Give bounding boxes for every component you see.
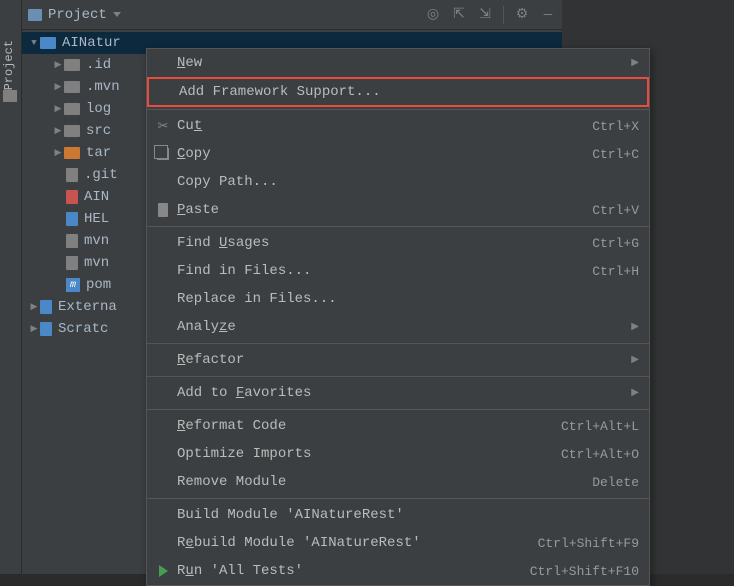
tree-item-label: Scratc	[58, 321, 108, 337]
menu-shortcut: Ctrl+Alt+L	[561, 419, 639, 434]
play-icon	[159, 565, 168, 577]
tree-item-label: src	[86, 123, 111, 139]
project-tool-window-tab[interactable]: Project	[0, 0, 22, 574]
menu-find-usages[interactable]: Find Usages Ctrl+G	[147, 229, 649, 257]
tree-item-label: .git	[84, 167, 118, 183]
iml-file-icon	[66, 190, 78, 204]
project-tab-label: Project	[2, 40, 16, 90]
folder-icon	[3, 90, 17, 102]
file-icon	[66, 256, 78, 270]
menu-run-all-tests[interactable]: Run 'All Tests' Ctrl+Shift+F10	[147, 557, 649, 585]
tree-item-label: AINatur	[62, 35, 121, 51]
tree-item-label: mvn	[84, 255, 109, 271]
menu-label: Build Module 'AINatureRest'	[177, 507, 639, 523]
menu-copy[interactable]: Copy Ctrl+C	[147, 140, 649, 168]
maven-icon: m	[66, 278, 80, 292]
clipboard-icon	[158, 203, 168, 217]
scratches-icon	[40, 322, 52, 336]
tree-item-label: tar	[86, 145, 111, 161]
menu-replace-in-files[interactable]: Replace in Files...	[147, 285, 649, 313]
chevron-right-icon[interactable]	[52, 147, 64, 159]
menu-shortcut: Ctrl+Shift+F10	[530, 564, 639, 579]
md-file-icon	[66, 212, 78, 226]
expand-icon[interactable]: ⇱	[451, 7, 467, 23]
menu-separator	[147, 409, 649, 410]
scissors-icon: ✂	[158, 119, 169, 134]
folder-icon	[64, 125, 80, 137]
menu-analyze[interactable]: Analyze ▶	[147, 313, 649, 341]
menu-separator	[147, 498, 649, 499]
copy-icon	[157, 148, 169, 160]
tree-item-label: .mvn	[86, 79, 120, 95]
submenu-arrow-icon: ▶	[631, 387, 639, 399]
toolbar-separator	[503, 6, 504, 24]
project-toolbar: Project ◎ ⇱ ⇲ ⚙ —	[22, 0, 562, 30]
menu-label: Find in Files...	[177, 263, 592, 279]
menu-label: Add Framework Support...	[179, 84, 637, 100]
menu-separator	[147, 109, 649, 110]
menu-optimize-imports[interactable]: Optimize Imports Ctrl+Alt+O	[147, 440, 649, 468]
menu-reformat-code[interactable]: Reformat Code Ctrl+Alt+L	[147, 412, 649, 440]
menu-label: Copy Path...	[177, 174, 639, 190]
menu-shortcut: Ctrl+G	[592, 236, 639, 251]
submenu-arrow-icon: ▶	[631, 321, 639, 333]
menu-shortcut: Delete	[592, 475, 639, 490]
file-icon	[66, 168, 78, 182]
menu-label: Replace in Files...	[177, 291, 639, 307]
menu-separator	[147, 226, 649, 227]
chevron-right-icon[interactable]	[52, 59, 64, 71]
menu-label: Optimize Imports	[177, 446, 561, 462]
tree-item-label: mvn	[84, 233, 109, 249]
dropdown-arrow-icon[interactable]	[113, 12, 121, 17]
menu-copy-path[interactable]: Copy Path...	[147, 168, 649, 196]
folder-icon	[64, 59, 80, 71]
menu-shortcut: Ctrl+V	[592, 203, 639, 218]
menu-separator	[147, 376, 649, 377]
menu-label: Remove Module	[177, 474, 592, 490]
menu-separator	[147, 343, 649, 344]
file-icon	[66, 234, 78, 248]
menu-find-in-files[interactable]: Find in Files... Ctrl+H	[147, 257, 649, 285]
folder-icon	[64, 103, 80, 115]
menu-refactor[interactable]: Refactor ▶	[147, 346, 649, 374]
tree-item-label: log	[86, 101, 111, 117]
chevron-right-icon[interactable]	[52, 125, 64, 137]
tree-item-label: .id	[86, 57, 111, 73]
chevron-right-icon[interactable]	[52, 103, 64, 115]
menu-shortcut: Ctrl+X	[592, 119, 639, 134]
menu-add-framework-support[interactable]: Add Framework Support...	[147, 77, 649, 107]
menu-cut[interactable]: ✂ Cut Ctrl+X	[147, 112, 649, 140]
menu-shortcut: Ctrl+H	[592, 264, 639, 279]
menu-rebuild-module[interactable]: Rebuild Module 'AINatureRest' Ctrl+Shift…	[147, 529, 649, 557]
menu-shortcut: Ctrl+C	[592, 147, 639, 162]
menu-new[interactable]: New ▶	[147, 49, 649, 77]
menu-add-favorites[interactable]: Add to Favorites ▶	[147, 379, 649, 407]
menu-remove-module[interactable]: Remove Module Delete	[147, 468, 649, 496]
gear-icon[interactable]: ⚙	[514, 7, 530, 23]
project-icon	[28, 9, 42, 21]
chevron-right-icon[interactable]	[28, 301, 40, 313]
minimize-icon[interactable]: —	[540, 7, 556, 23]
module-folder-icon	[40, 37, 56, 49]
context-menu: New ▶ Add Framework Support... ✂ Cut Ctr…	[146, 48, 650, 586]
menu-paste[interactable]: Paste Ctrl+V	[147, 196, 649, 224]
target-icon[interactable]: ◎	[425, 7, 441, 23]
menu-build-module[interactable]: Build Module 'AINatureRest'	[147, 501, 649, 529]
submenu-arrow-icon: ▶	[631, 354, 639, 366]
libraries-icon	[40, 300, 52, 314]
target-folder-icon	[64, 147, 80, 159]
chevron-right-icon[interactable]	[28, 323, 40, 335]
submenu-arrow-icon: ▶	[631, 57, 639, 69]
tree-item-label: HEL	[84, 211, 109, 227]
folder-icon	[64, 81, 80, 93]
chevron-right-icon[interactable]	[52, 81, 64, 93]
menu-shortcut: Ctrl+Shift+F9	[538, 536, 639, 551]
menu-shortcut: Ctrl+Alt+O	[561, 447, 639, 462]
tree-item-label: pom	[86, 277, 111, 293]
collapse-icon[interactable]: ⇲	[477, 7, 493, 23]
tree-item-label: Externa	[58, 299, 117, 315]
tree-item-label: AIN	[84, 189, 109, 205]
chevron-down-icon[interactable]	[28, 37, 40, 49]
toolbar-title: Project	[48, 7, 107, 23]
